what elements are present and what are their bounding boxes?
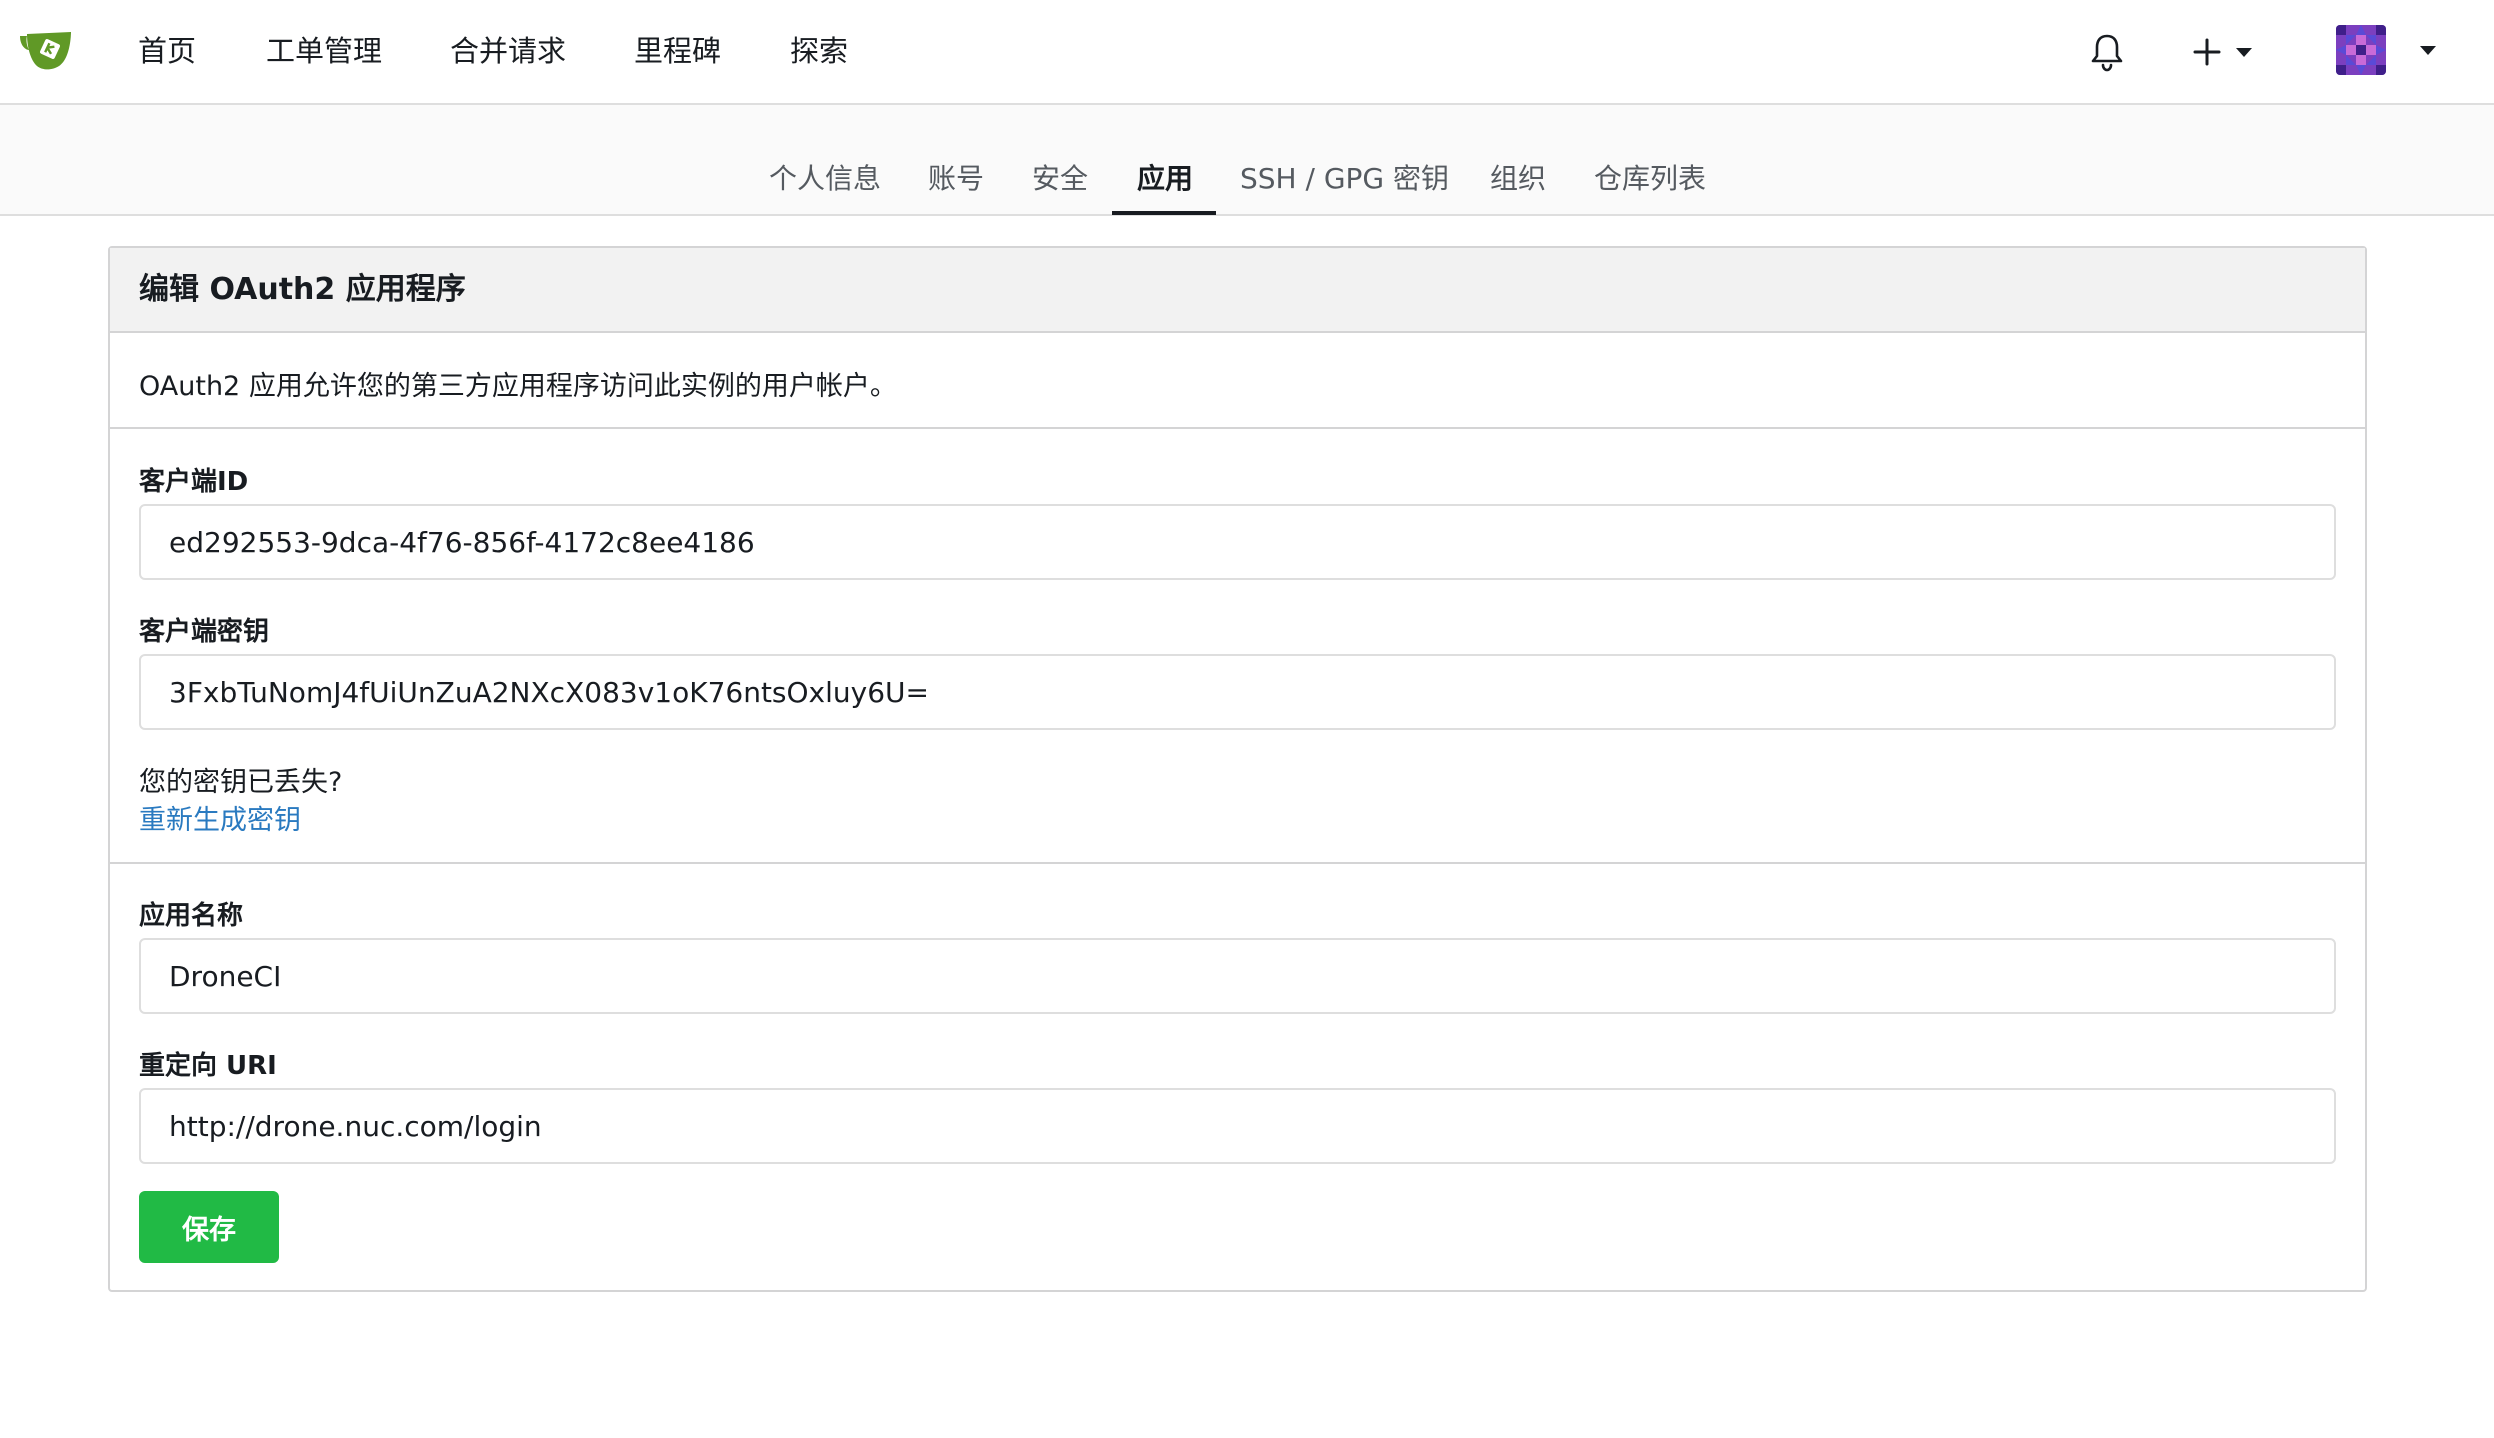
divider (110, 862, 2365, 864)
create-dropdown[interactable] (2192, 30, 2252, 74)
redirect-uri-input[interactable] (139, 1088, 2336, 1164)
redirect-uri-label: 重定向 URI (139, 1051, 277, 1081)
nav-issues[interactable]: 工单管理 (266, 0, 382, 103)
chevron-down-icon (2236, 47, 2252, 57)
save-button[interactable]: 保存 (139, 1191, 279, 1263)
tab-ssh-gpg-keys[interactable]: SSH / GPG 密钥 (1240, 105, 1449, 216)
divider (110, 427, 2365, 429)
settings-tab-bar: 个人信息 账号 安全 应用 SSH / GPG 密钥 组织 仓库列表 (0, 105, 2494, 216)
regenerate-secret-link[interactable]: 重新生成密钥 (139, 798, 301, 837)
avatar (2336, 25, 2386, 75)
lost-secret-text: 您的密钥已丢失? (139, 767, 343, 798)
tab-profile[interactable]: 个人信息 (769, 105, 881, 216)
client-id-input[interactable] (139, 504, 2336, 580)
app-name-input[interactable] (139, 938, 2336, 1014)
gitea-logo-icon[interactable] (17, 28, 75, 74)
plus-icon (2193, 38, 2221, 66)
panel-description: OAuth2 应用允许您的第三方应用程序访问此实例的用户帐户。 (139, 371, 897, 402)
nav-pulls[interactable]: 合并请求 (450, 0, 566, 103)
nav-home[interactable]: 首页 (138, 0, 196, 103)
tab-security[interactable]: 安全 (1032, 105, 1088, 216)
nav-explore[interactable]: 探索 (790, 0, 848, 103)
tab-repositories[interactable]: 仓库列表 (1594, 105, 1706, 216)
tab-account[interactable]: 账号 (928, 105, 984, 216)
client-secret-label: 客户端密钥 (139, 617, 270, 647)
edit-oauth2-panel: 编辑 OAuth2 应用程序 OAuth2 应用允许您的第三方应用程序访问此实例… (108, 246, 2367, 1292)
panel-title: 编辑 OAuth2 应用程序 (110, 248, 2365, 333)
app-name-label: 应用名称 (139, 901, 244, 931)
client-secret-input[interactable] (139, 654, 2336, 730)
chevron-down-icon (2420, 45, 2436, 55)
bell-icon[interactable] (2090, 32, 2124, 72)
client-id-label: 客户端ID (139, 467, 249, 497)
top-navbar: 首页 工单管理 合并请求 里程碑 探索 (0, 0, 2494, 105)
user-menu-dropdown[interactable] (2336, 24, 2436, 76)
tab-organizations[interactable]: 组织 (1490, 105, 1546, 216)
active-tab-indicator (1112, 211, 1216, 215)
tab-applications[interactable]: 应用 (1137, 105, 1193, 216)
nav-milestones[interactable]: 里程碑 (634, 0, 721, 103)
